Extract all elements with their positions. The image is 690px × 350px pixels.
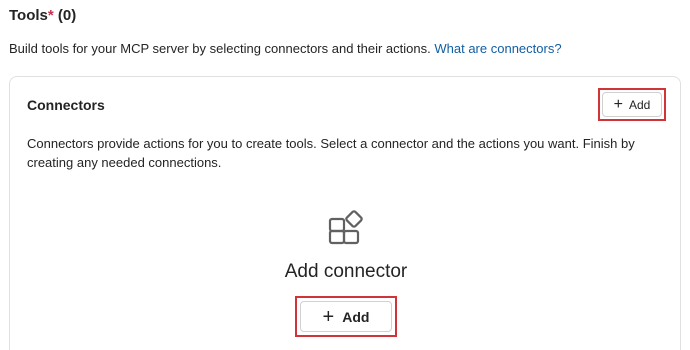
what-are-connectors-link[interactable]: What are connectors? [434, 41, 561, 56]
tools-section: Tools* (0) Build tools for your MCP serv… [0, 0, 690, 350]
add-button-highlight: + Add [598, 88, 666, 121]
add-button-highlight-main: + Add [295, 296, 397, 337]
tool-count: (0) [57, 7, 77, 24]
empty-state-label: Add connector [284, 261, 408, 282]
add-button-label: Add [342, 308, 370, 325]
connectors-card-description: Connectors provide actions for you to cr… [27, 136, 635, 170]
add-button-label: Add [628, 97, 651, 112]
section-title: Tools [9, 7, 48, 24]
add-connector-header-button[interactable]: + Add [602, 92, 662, 117]
section-header: Tools* (0) [9, 7, 76, 24]
section-description-text: Build tools for your MCP server by selec… [9, 41, 431, 56]
plus-icon: + [322, 305, 335, 328]
add-connector-button[interactable]: + Add [300, 301, 392, 332]
required-marker: * [47, 7, 54, 24]
plus-icon: + [613, 95, 623, 113]
apps-add-icon [328, 210, 363, 245]
section-description: Build tools for your MCP server by selec… [9, 41, 562, 56]
connectors-card-title: Connectors [27, 97, 105, 113]
connectors-card: Connectors + Add Connectors provide acti… [9, 76, 681, 350]
